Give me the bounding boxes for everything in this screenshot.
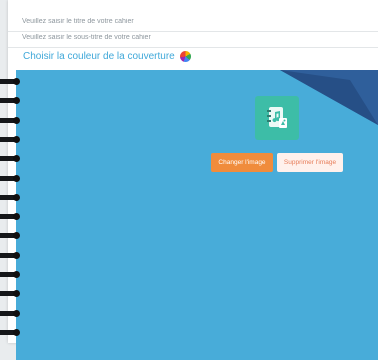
spiral-ring [0, 97, 20, 105]
spiral-ring [0, 135, 20, 143]
notebook-music-icon [267, 107, 287, 128]
spiral-binding [0, 78, 33, 343]
spiral-ring [0, 116, 20, 124]
subtitle-input[interactable] [8, 27, 378, 48]
color-wheel-icon[interactable] [179, 50, 191, 62]
spiral-ring [0, 309, 20, 317]
subtitle-field-row [8, 26, 378, 48]
spiral-ring [0, 232, 20, 240]
change-image-button[interactable]: Changer l'image [211, 153, 273, 172]
spiral-ring [0, 174, 20, 182]
cover-image[interactable] [255, 96, 299, 140]
spiral-ring [0, 155, 20, 163]
cover-color-picker[interactable]: Choisir la couleur de la couverture [23, 48, 191, 64]
spiral-ring [0, 78, 20, 85]
spiral-ring [0, 193, 20, 201]
cover-color-label: Choisir la couleur de la couverture [23, 50, 175, 62]
spiral-ring [0, 290, 20, 298]
spiral-ring [0, 271, 20, 278]
spiral-ring [0, 328, 20, 336]
spiral-ring [0, 213, 20, 221]
spiral-ring [0, 251, 20, 259]
delete-image-button[interactable]: Supprimer l'image [277, 153, 343, 172]
